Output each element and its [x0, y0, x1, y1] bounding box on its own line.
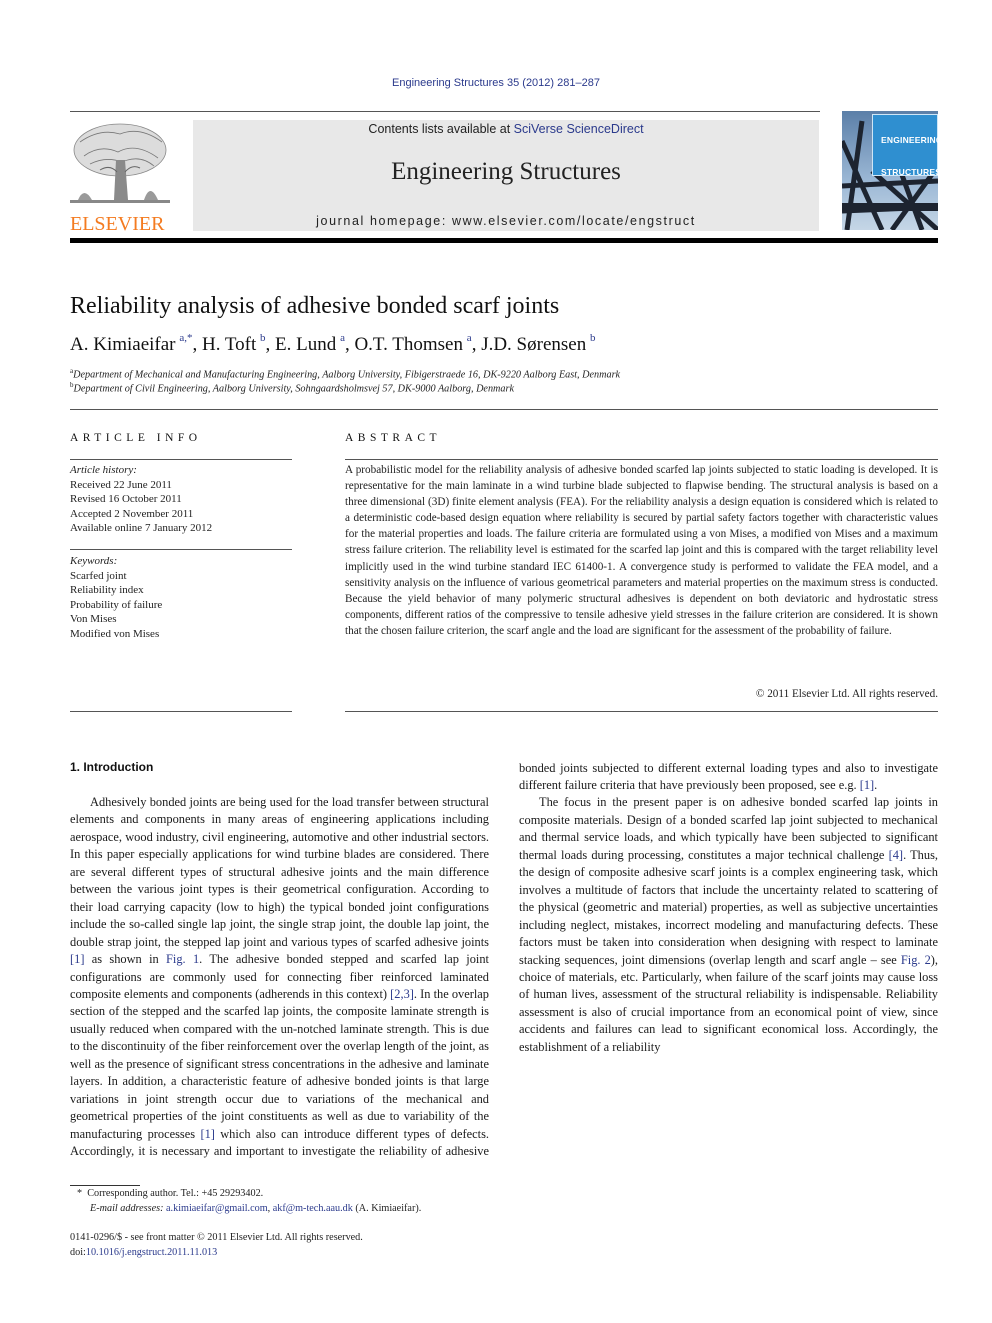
sciencedirect-link[interactable]: SciVerse ScienceDirect	[514, 122, 644, 136]
homepage-prefix: journal homepage:	[316, 214, 452, 228]
journal-banner: Contents lists available at SciVerse Sci…	[193, 120, 819, 231]
citation-link[interactable]: [2,3]	[390, 987, 414, 1001]
abstract-copyright: © 2011 Elsevier Ltd. All rights reserved…	[755, 688, 938, 700]
email-label: E-mail addresses:	[90, 1203, 164, 1214]
author-name: J.D. Sørensen	[481, 334, 591, 355]
keyword: Probability of failure	[70, 598, 163, 611]
abstract-text: A probabilistic model for the reliabilit…	[345, 464, 938, 637]
citation-link[interactable]: [4]	[889, 848, 903, 862]
cover-title-line1: ENGINEERING	[881, 135, 938, 145]
affiliation-b: bDepartment of Civil Engineering, Aalbor…	[70, 381, 514, 394]
header-rule	[70, 111, 820, 112]
footnote: * Corresponding author. Tel.: +45 292934…	[77, 1188, 422, 1214]
history-item: Available online 7 January 2012	[70, 522, 213, 534]
keyword: Modified von Mises	[70, 627, 160, 640]
figure-reference-link[interactable]: Fig. 1	[166, 952, 199, 966]
section-rule	[70, 409, 938, 410]
citation-link[interactable]: [1]	[200, 1127, 214, 1141]
section-heading-introduction: 1. Introduction	[70, 760, 154, 774]
history-item: Accepted 2 November 2011	[70, 507, 194, 520]
elsevier-tree-icon	[70, 123, 170, 203]
contents-prefix: Contents lists available at	[368, 122, 514, 136]
journal-citation[interactable]: Engineering Structures 35 (2012) 281–287	[0, 77, 992, 89]
article-history: Article history: Received 22 June 2011 R…	[70, 463, 292, 536]
cover-title-line2: STRUCTURES	[881, 167, 938, 177]
author-affiliation-link[interactable]: b	[260, 332, 266, 344]
body-column-left: Adhesively bonded joints are being used …	[70, 794, 489, 1160]
info-bottom-rule	[70, 711, 292, 712]
info-rule	[70, 459, 292, 460]
author-name: A. Kimiaeifar	[70, 334, 180, 355]
cover-title-box: ENGINEERING STRUCTURES	[872, 114, 938, 177]
author-affiliation-link[interactable]: b	[590, 332, 596, 344]
homepage-line: journal homepage: www.elsevier.com/locat…	[193, 214, 819, 228]
issn-line: 0141-0296/$ - see front matter © 2011 El…	[70, 1232, 363, 1243]
email-link[interactable]: a.kimiaeifar@gmail.com	[166, 1203, 268, 1214]
citation-link[interactable]: [1]	[70, 952, 84, 966]
author-affiliation-link[interactable]: a,*	[179, 332, 192, 344]
citation-link[interactable]: [1]	[860, 778, 874, 792]
author-affiliation-link[interactable]: a	[467, 332, 472, 344]
elsevier-wordmark: ELSEVIER	[70, 213, 165, 235]
author-name: H. Toft	[201, 334, 261, 355]
journal-cover-image[interactable]: ENGINEERING STRUCTURES	[842, 111, 938, 230]
doi-link[interactable]: 10.1016/j.engstruct.2011.11.013	[86, 1247, 217, 1258]
abstract-rule	[345, 459, 938, 460]
author-affiliation-link[interactable]: a	[340, 332, 345, 344]
elsevier-logo[interactable]: ELSEVIER	[70, 120, 173, 235]
journal-name[interactable]: Engineering Structures	[193, 158, 819, 186]
keyword: Reliability index	[70, 584, 144, 596]
column-continuation: Adhesively bonded joints are being used …	[519, 759, 938, 1056]
figure-reference-link[interactable]: Fig. 2	[901, 953, 931, 967]
footnote-mark: *	[77, 1188, 83, 1199]
info-rule	[70, 549, 292, 550]
body-paragraph: Adhesively bonded joints are being used …	[519, 760, 938, 793]
email-suffix: (A. Kimiaeifar).	[355, 1203, 422, 1214]
body-paragraph: The focus in the present paper is on adh…	[519, 795, 938, 1054]
history-label: Article history:	[70, 464, 137, 476]
header-thick-rule	[70, 238, 938, 243]
affiliation-a: aDepartment of Mechanical and Manufactur…	[70, 367, 620, 380]
history-item: Revised 16 October 2011	[70, 493, 182, 505]
keyword: Von Mises	[70, 613, 117, 625]
affiliation-text: Department of Civil Engineering, Aalborg…	[73, 383, 514, 395]
keyword: Scarfed joint	[70, 569, 127, 582]
body-column-right: Adhesively bonded joints are being used …	[519, 759, 938, 1219]
history-item: Received 22 June 2011	[70, 478, 172, 491]
contents-line: Contents lists available at SciVerse Sci…	[193, 122, 819, 136]
article-title: Reliability analysis of adhesive bonded …	[70, 293, 560, 319]
keywords-label: Keywords:	[70, 555, 118, 567]
author-name: E. Lund	[275, 334, 341, 355]
abstract-heading: ABSTRACT	[345, 432, 442, 444]
corresponding-author: Corresponding author. Tel.: +45 29293402…	[87, 1188, 264, 1199]
abstract-bottom-rule	[345, 711, 938, 712]
front-matter: 0141-0296/$ - see front matter © 2011 El…	[70, 1230, 363, 1260]
doi-label: doi:	[70, 1247, 86, 1258]
author-name: O.T. Thomsen	[354, 334, 467, 355]
affiliation-text: Department of Mechanical and Manufacturi…	[73, 369, 621, 381]
article-info-heading: ARTICLE INFO	[70, 432, 202, 444]
author-list: A. Kimiaeifar a,*, H. Toft b, E. Lund a,…	[70, 332, 596, 355]
body-paragraph: Adhesively bonded joints are being used …	[70, 795, 489, 1159]
email-link[interactable]: akf@m-tech.aau.dk	[273, 1203, 353, 1214]
keywords: Keywords: Scarfed joint Reliability inde…	[70, 554, 292, 641]
homepage-link[interactable]: www.elsevier.com/locate/engstruct	[452, 214, 696, 228]
